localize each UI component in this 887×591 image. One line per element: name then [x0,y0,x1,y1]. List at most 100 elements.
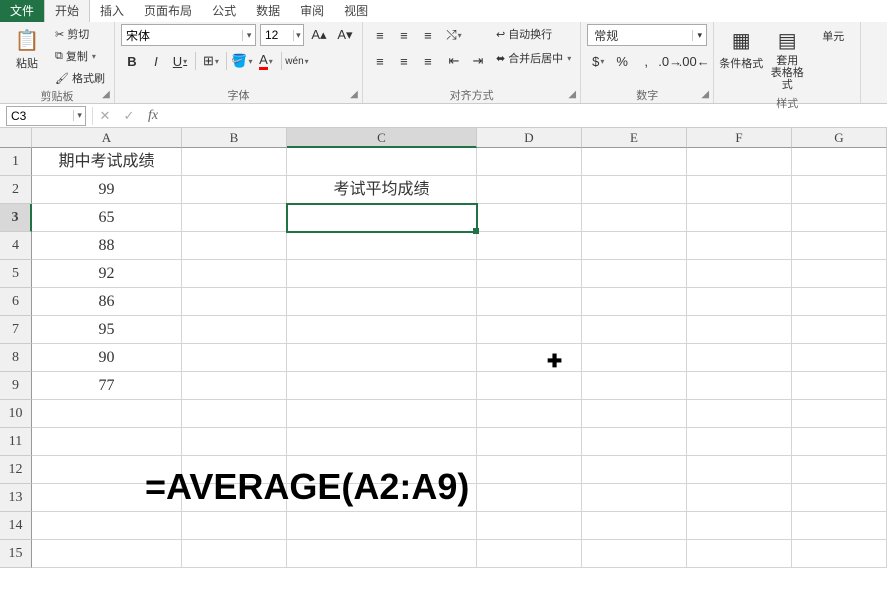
cell-G10[interactable] [792,400,887,428]
cell-D1[interactable] [477,148,582,176]
cell-A4[interactable]: 88 [32,232,182,260]
wrap-text-button[interactable]: ↩自动换行 [493,24,574,44]
row-header-12[interactable]: 12 [0,456,32,484]
align-middle-button[interactable]: ≡ [393,24,415,46]
accounting-button[interactable]: $▾ [587,50,609,72]
cell-E10[interactable] [582,400,687,428]
cell-E6[interactable] [582,288,687,316]
row-header-7[interactable]: 7 [0,316,32,344]
col-header-G[interactable]: G [792,128,887,148]
insert-function-button[interactable]: fx [141,105,165,127]
merge-center-button[interactable]: ⬌合并后居中▾ [493,48,574,68]
align-bottom-button[interactable]: ≡ [417,24,439,46]
align-top-button[interactable]: ≡ [369,24,391,46]
cell-G1[interactable] [792,148,887,176]
row-header-8[interactable]: 8 [0,344,32,372]
name-box[interactable]: ▾ [6,106,86,126]
col-header-B[interactable]: B [182,128,287,148]
cell-G2[interactable] [792,176,887,204]
cell-A6[interactable]: 86 [32,288,182,316]
cell-F3[interactable] [687,204,792,232]
font-size-combo[interactable]: ▾ [260,24,304,46]
cell-F9[interactable] [687,372,792,400]
cell-B14[interactable] [182,512,287,540]
italic-button[interactable]: I [145,50,167,72]
cell-A14[interactable] [32,512,182,540]
row-header-11[interactable]: 11 [0,428,32,456]
cell-F13[interactable] [687,484,792,512]
cell-G5[interactable] [792,260,887,288]
row-header-15[interactable]: 15 [0,540,32,568]
paste-button[interactable]: 📋 粘贴 [6,24,48,75]
cell-G7[interactable] [792,316,887,344]
cell-G12[interactable] [792,456,887,484]
name-box-input[interactable] [7,109,73,123]
cell-E4[interactable] [582,232,687,260]
cell-A5[interactable]: 92 [32,260,182,288]
cell-F11[interactable] [687,428,792,456]
format-as-table-button[interactable]: ▤ 套用 表格格式 [766,24,808,95]
increase-font-button[interactable]: A▴ [308,24,330,46]
cell-A3[interactable]: 65 [32,204,182,232]
cell-F5[interactable] [687,260,792,288]
cell-C4[interactable] [287,232,477,260]
bold-button[interactable]: B [121,50,143,72]
cell-E2[interactable] [582,176,687,204]
font-dialog-launcher[interactable]: ◢ [348,89,360,101]
cell-B7[interactable] [182,316,287,344]
cell-B5[interactable] [182,260,287,288]
row-header-14[interactable]: 14 [0,512,32,540]
cell-D10[interactable] [477,400,582,428]
fill-handle[interactable] [473,228,479,234]
cell-E9[interactable] [582,372,687,400]
decrease-indent-button[interactable]: ⇤ [443,50,465,72]
cell-F12[interactable] [687,456,792,484]
cell-D15[interactable] [477,540,582,568]
percent-button[interactable]: % [611,50,633,72]
cell-F10[interactable] [687,400,792,428]
col-header-E[interactable]: E [582,128,687,148]
row-header-3[interactable]: 3 [0,204,32,232]
number-dialog-launcher[interactable]: ◢ [699,89,711,101]
cell-F14[interactable] [687,512,792,540]
cell-F7[interactable] [687,316,792,344]
row-header-5[interactable]: 5 [0,260,32,288]
row-header-4[interactable]: 4 [0,232,32,260]
font-size-input[interactable] [261,28,293,42]
cell-B9[interactable] [182,372,287,400]
cell-A11[interactable] [32,428,182,456]
font-name-input[interactable] [122,28,242,42]
cell-F8[interactable] [687,344,792,372]
cell-C5[interactable] [287,260,477,288]
cell-E13[interactable] [582,484,687,512]
cell-D9[interactable] [477,372,582,400]
tab-view[interactable]: 视图 [334,0,378,22]
cell-B3[interactable] [182,204,287,232]
conditional-format-button[interactable]: ▦ 条件格式 [720,24,762,75]
cell-F6[interactable] [687,288,792,316]
format-painter-button[interactable]: 🖌格式刷 [52,68,108,88]
cell-D3[interactable] [477,204,582,232]
cell-C3[interactable] [287,204,477,232]
cell-C7[interactable] [287,316,477,344]
col-header-F[interactable]: F [687,128,792,148]
cell-E14[interactable] [582,512,687,540]
tab-data[interactable]: 数据 [246,0,290,22]
cell-C11[interactable] [287,428,477,456]
tab-home[interactable]: 开始 [44,0,90,22]
tab-insert[interactable]: 插入 [90,0,134,22]
cell-A10[interactable] [32,400,182,428]
cell-G6[interactable] [792,288,887,316]
cell-G3[interactable] [792,204,887,232]
align-center-button[interactable]: ≡ [393,50,415,72]
tab-file[interactable]: 文件 [0,0,44,22]
tab-formulas[interactable]: 公式 [202,0,246,22]
border-button[interactable]: ⊞▾ [200,50,222,72]
decrease-decimal-button[interactable]: .00← [683,50,705,72]
underline-button[interactable]: U▾ [169,50,191,72]
font-color-button[interactable]: A▾ [255,50,277,72]
cell-D11[interactable] [477,428,582,456]
cell-G14[interactable] [792,512,887,540]
cell-E12[interactable] [582,456,687,484]
cell-C2[interactable]: 考试平均成绩 [287,176,477,204]
